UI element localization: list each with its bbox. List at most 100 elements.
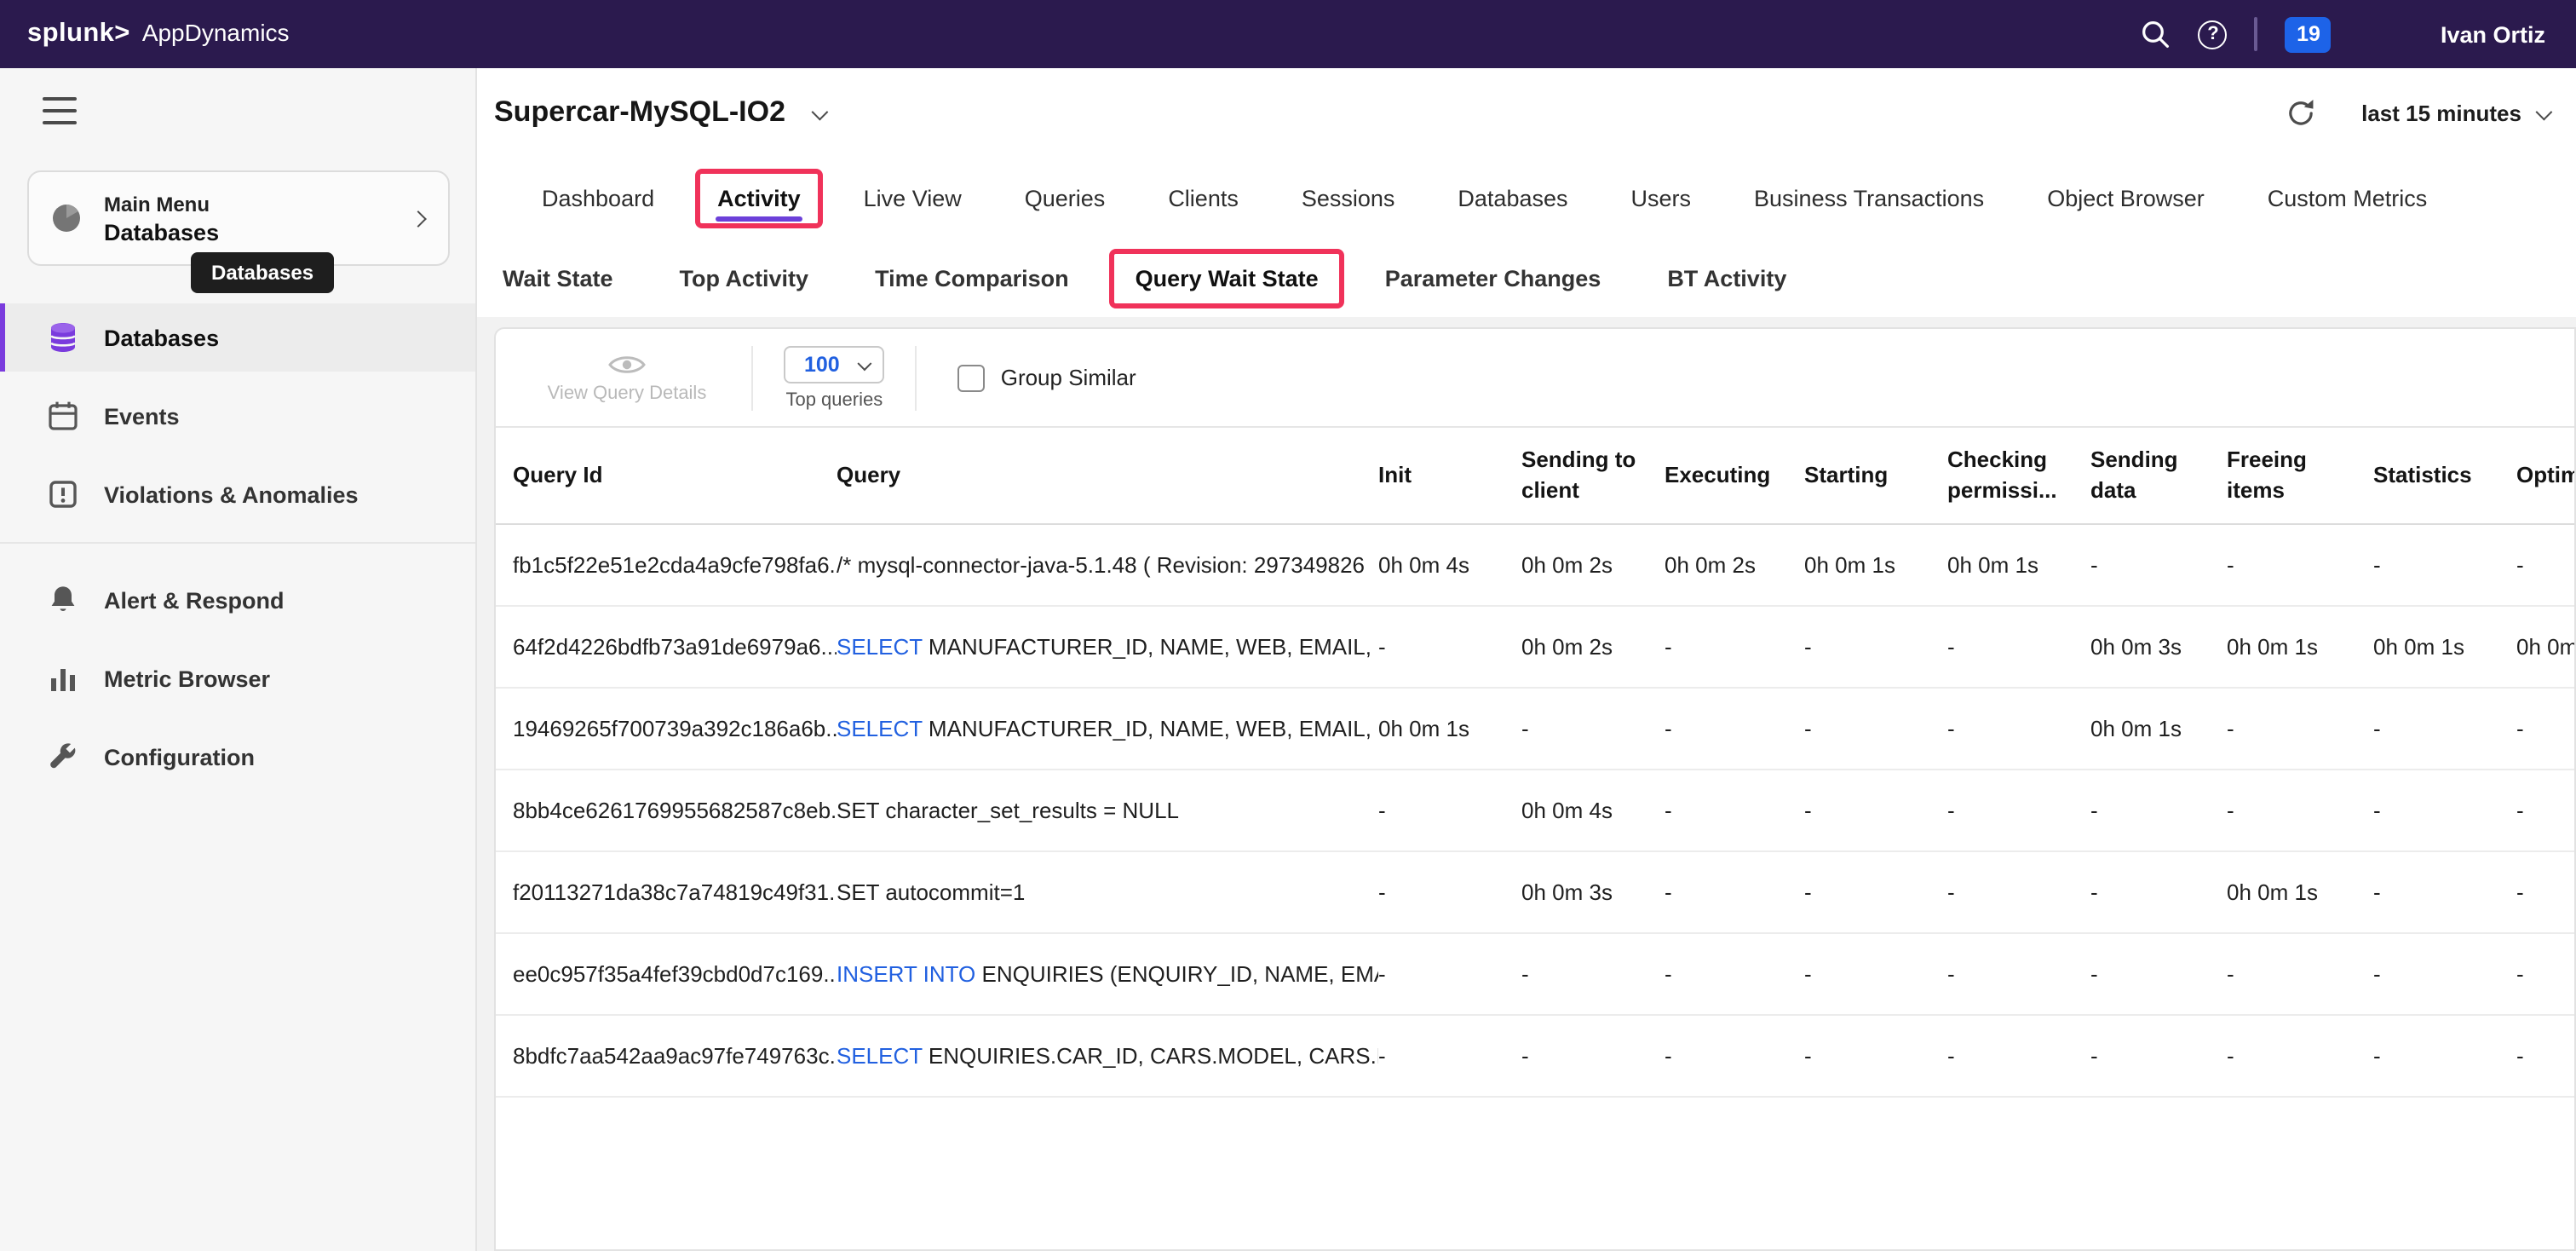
query-cell[interactable]: SET character_set_results = NULL [837, 770, 1378, 852]
sidebar-item-metric-browser[interactable]: Metric Browser [0, 644, 475, 712]
wait-time-cell: 0h 0m 1s [1378, 689, 1521, 770]
column-header-freeing-items[interactable]: Freeing items [2227, 428, 2373, 525]
hamburger-menu-icon[interactable] [43, 97, 77, 124]
column-header-starting[interactable]: Starting [1804, 428, 1947, 525]
column-header-checking-permissi[interactable]: Checking permissi... [1947, 428, 2090, 525]
query-id-cell: ee0c957f35a4fef39cbd0d7c169... [496, 934, 837, 1016]
sidebar-item-configuration[interactable]: Configuration [0, 723, 475, 791]
tab-sessions[interactable]: Sessions [1279, 168, 1417, 228]
tab-queries[interactable]: Queries [1003, 168, 1128, 228]
user-name[interactable]: Ivan Ortiz [2441, 21, 2545, 47]
subtab-query-wait-state[interactable]: Query Wait State [1110, 248, 1344, 308]
wait-time-cell: - [1947, 852, 2090, 934]
wait-time-cell: 0h 0m 1s [1804, 525, 1947, 607]
tab-activity[interactable]: Activity [695, 168, 823, 228]
help-icon[interactable]: ? [2199, 20, 2228, 49]
tab-databases[interactable]: Databases [1435, 168, 1590, 228]
search-icon[interactable] [2141, 19, 2171, 49]
wait-time-cell: - [1804, 689, 1947, 770]
subtab-bar: Wait StateTop ActivityTime ComparisonQue… [477, 239, 2576, 317]
subtab-bt-activity[interactable]: BT Activity [1642, 248, 1812, 308]
column-header-sending-to-client[interactable]: Sending to client [1521, 428, 1665, 525]
wait-time-cell: 0h 0m 4s [1521, 770, 1665, 852]
refresh-icon[interactable] [2285, 96, 2317, 129]
view-query-details-button[interactable]: View Query Details [533, 352, 721, 403]
query-cell[interactable]: SET autocommit=1 [837, 852, 1378, 934]
table-row[interactable]: 64f2d4226bdfb73a91de6979a6...SELECT MANU… [496, 607, 2574, 689]
table-row[interactable]: ee0c957f35a4fef39cbd0d7c169...INSERT INT… [496, 934, 2574, 1016]
column-header-sending-data[interactable]: Sending data [2090, 428, 2227, 525]
brand-logo: splunk> AppDynamics [27, 19, 290, 49]
sql-keyword: INSERT INTO [837, 962, 975, 988]
wait-time-cell: - [1521, 1016, 1665, 1098]
subtab-top-activity[interactable]: Top Activity [654, 248, 835, 308]
subtab-wait-state[interactable]: Wait State [477, 248, 639, 308]
column-header-optimizing[interactable]: Optimizing [2516, 428, 2574, 525]
sidebar-item-label: Configuration [104, 744, 255, 770]
wait-time-cell: 0h 0m 2s [1521, 607, 1665, 689]
wait-time-cell: 0h 0m 2s [1521, 525, 1665, 607]
sidebar-nav: Databases Events [0, 303, 475, 801]
query-cell[interactable]: SELECT MANUFACTURER_ID, NAME, WEB, EMAIL… [837, 607, 1378, 689]
wait-time-cell: - [1804, 770, 1947, 852]
table-row[interactable]: 8bb4ce6261769955682587c8eb...SET charact… [496, 770, 2574, 852]
sidebar-item-label: Databases [104, 325, 219, 350]
table-header-row: Query IdQueryInitSending to clientExecut… [496, 428, 2574, 525]
sidebar-item-databases[interactable]: Databases [0, 303, 475, 372]
table-row[interactable]: fb1c5f22e51e2cda4a9cfe798fa6.../* mysql-… [496, 525, 2574, 607]
splunk-logo: splunk> [27, 19, 130, 49]
title-chevron-down-icon[interactable] [812, 103, 829, 120]
wait-time-cell: 0h 0m 2s [1665, 525, 1804, 607]
subtab-parameter-changes[interactable]: Parameter Changes [1360, 248, 1627, 308]
wait-time-cell: 0h 0m 1s [2373, 607, 2516, 689]
wait-time-cell: - [2516, 852, 2574, 934]
wait-time-cell: - [1521, 934, 1665, 1016]
group-similar-checkbox[interactable] [958, 364, 986, 391]
tab-bar: Dashboard Activity Live View Queries Clients… [477, 157, 2576, 239]
column-header-statistics[interactable]: Statistics [2373, 428, 2516, 525]
bar-chart-icon [46, 661, 80, 695]
wait-time-cell: - [1665, 934, 1804, 1016]
content-area: View Query Details 100 Top queries [477, 317, 2576, 1251]
top-queries-label: Top queries [785, 389, 883, 410]
toolbar-divider [916, 345, 917, 410]
table-row[interactable]: f20113271da38c7a74819c49f31...SET autoco… [496, 852, 2574, 934]
main-content: Supercar-MySQL-IO2 last 15 minutes Dashb… [477, 68, 2576, 1251]
query-cell[interactable]: SELECT MANUFACTURER_ID, NAME, WEB, EMAIL… [837, 689, 1378, 770]
appdynamics-brand: AppDynamics [142, 19, 290, 46]
wait-time-cell: - [2090, 934, 2227, 1016]
wrench-icon [46, 740, 80, 774]
sql-keyword: SELECT [837, 635, 923, 660]
wait-time-cell: 0h 0m 1s [2227, 852, 2373, 934]
query-cell[interactable]: SELECT ENQUIRIES.CAR_ID, CARS.MODEL, CAR… [837, 1016, 1378, 1098]
sidebar-item-events[interactable]: Events [0, 382, 475, 450]
query-cell[interactable]: INSERT INTO ENQUIRIES (ENQUIRY_ID, NAME,… [837, 934, 1378, 1016]
query-id-cell: 8bb4ce6261769955682587c8eb... [496, 770, 837, 852]
sidebar-item-violations-anomalies[interactable]: Violations & Anomalies [0, 460, 475, 528]
table-row[interactable]: 19469265f700739a392c186a6b...SELECT MANU… [496, 689, 2574, 770]
page-header: Supercar-MySQL-IO2 last 15 minutes [477, 68, 2576, 157]
column-header-query-id[interactable]: Query Id [496, 428, 837, 525]
column-header-query[interactable]: Query [837, 428, 1378, 525]
toolbar-divider [751, 345, 753, 410]
tab-business-transactions[interactable]: Business Transactions [1732, 168, 2006, 228]
tab-custom-metrics[interactable]: Custom Metrics [2245, 168, 2450, 228]
time-range-selector[interactable]: last 15 minutes [2361, 100, 2549, 125]
wait-time-cell: - [2227, 525, 2373, 607]
sidebar-item-alert-respond[interactable]: Alert & Respond [0, 566, 475, 634]
tab-dashboard[interactable]: Dashboard [520, 168, 676, 228]
query-cell[interactable]: /* mysql-connector-java-5.1.48 ( Revisio… [837, 525, 1378, 607]
sidebar-item-label: Alert & Respond [104, 587, 285, 613]
notification-badge[interactable]: 19 [2286, 16, 2332, 52]
tab-clients[interactable]: Clients [1146, 168, 1261, 228]
queries-table: Query IdQueryInitSending to clientExecut… [496, 428, 2574, 1098]
table-row[interactable]: 8bdfc7aa542aa9ac97fe749763c...SELECT ENQ… [496, 1016, 2574, 1098]
column-header-init[interactable]: Init [1378, 428, 1521, 525]
tab-object-browser[interactable]: Object Browser [2025, 168, 2227, 228]
tab-users[interactable]: Users [1609, 168, 1714, 228]
top-queries-select[interactable]: 100 [784, 345, 885, 383]
tab-live-view[interactable]: Live View [842, 168, 984, 228]
column-header-executing[interactable]: Executing [1665, 428, 1804, 525]
view-query-details-label: View Query Details [548, 383, 707, 403]
subtab-time-comparison[interactable]: Time Comparison [849, 248, 1095, 308]
